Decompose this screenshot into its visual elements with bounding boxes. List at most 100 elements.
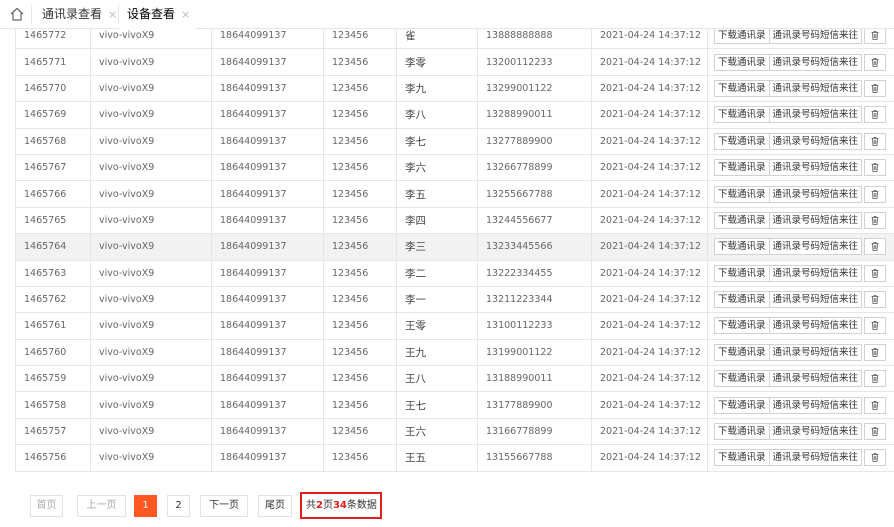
- home-icon[interactable]: [9, 6, 25, 22]
- sms-history-button[interactable]: 通讯录号码短信来往: [768, 79, 863, 97]
- cell-phone: 18644099137: [211, 206, 324, 235]
- download-contacts-button[interactable]: 下载通讯录: [714, 53, 770, 71]
- sms-history-button[interactable]: 通讯录号码短信来往: [768, 211, 863, 229]
- delete-button[interactable]: [864, 53, 887, 71]
- delete-button[interactable]: [864, 343, 887, 361]
- download-contacts-button[interactable]: 下载通讯录: [714, 343, 770, 361]
- cell-time: 2021-04-24 14:37:12: [591, 365, 708, 393]
- tab-contacts-view[interactable]: 通讯录查看 ×: [42, 0, 117, 29]
- delete-button[interactable]: [864, 27, 887, 45]
- cell-code: 123456: [323, 74, 397, 103]
- trash-icon: [871, 242, 879, 252]
- delete-button[interactable]: [864, 79, 887, 97]
- delete-button[interactable]: [864, 238, 887, 256]
- sms-history-button[interactable]: 通讯录号码短信来往: [768, 291, 863, 309]
- download-contacts-button[interactable]: 下载通讯录: [714, 264, 770, 282]
- download-contacts-button[interactable]: 下载通讯录: [714, 317, 770, 335]
- delete-button[interactable]: [864, 291, 887, 309]
- delete-button[interactable]: [864, 317, 887, 335]
- download-contacts-button[interactable]: 下载通讯录: [714, 27, 770, 45]
- download-contacts-button[interactable]: 下载通讯录: [714, 370, 770, 388]
- sms-history-button[interactable]: 通讯录号码短信来往: [768, 264, 863, 282]
- table-row: 1465764 vivo-vivoX9 18644099137 123456 李…: [15, 233, 894, 261]
- last-page-button[interactable]: 尾页: [258, 495, 292, 517]
- cell-id: 1465757: [15, 417, 91, 446]
- cell-code: 123456: [323, 365, 397, 393]
- download-contacts-button[interactable]: 下载通讯录: [714, 423, 770, 441]
- trash-icon: [871, 321, 879, 331]
- sms-history-button[interactable]: 通讯录号码短信来往: [768, 159, 863, 177]
- tab-device-view[interactable]: 设备查看 ×: [119, 0, 195, 29]
- tab-close-icon[interactable]: ×: [181, 8, 190, 21]
- cell-code: 123456: [323, 285, 397, 314]
- cell-contact-name: 王五: [396, 444, 478, 472]
- download-contacts-button[interactable]: 下载通讯录: [714, 159, 770, 177]
- download-contacts-button[interactable]: 下载通讯录: [714, 106, 770, 124]
- page-1-button[interactable]: 1: [134, 495, 157, 517]
- cell-id: 1465761: [15, 312, 91, 340]
- sms-history-button[interactable]: 通讯录号码短信来往: [768, 343, 863, 361]
- cell-contact-name: 李二: [396, 259, 478, 287]
- info-mid: 页: [322, 500, 333, 511]
- delete-button[interactable]: [864, 449, 887, 467]
- trash-icon: [871, 216, 879, 225]
- cell-time: 2021-04-24 14:37:12: [591, 285, 708, 314]
- download-contacts-button[interactable]: 下载通讯录: [714, 185, 770, 203]
- table-row: 1465766 vivo-vivoX9 18644099137 123456 李…: [15, 180, 894, 208]
- download-contacts-button[interactable]: 下载通讯录: [714, 238, 770, 256]
- delete-button[interactable]: [864, 396, 887, 414]
- sms-history-button[interactable]: 通讯录号码短信来往: [768, 317, 863, 335]
- device-table-container[interactable]: 1465772 vivo-vivoX9 18644099137 123456 雀…: [15, 22, 894, 472]
- cell-device: vivo-vivoX9: [90, 153, 212, 182]
- delete-button[interactable]: [864, 370, 887, 388]
- page-2-button[interactable]: 2: [167, 495, 190, 517]
- sms-history-button[interactable]: 通讯录号码短信来往: [768, 106, 863, 124]
- download-contacts-button[interactable]: 下载通讯录: [714, 396, 770, 414]
- sms-history-button[interactable]: 通讯录号码短信来往: [768, 27, 863, 45]
- cell-id: 1465768: [15, 127, 91, 155]
- table-row: 1465760 vivo-vivoX9 18644099137 123456 王…: [15, 338, 894, 367]
- cell-id: 1465763: [15, 259, 91, 287]
- cell-contact-name: 李八: [396, 101, 478, 129]
- next-page-button[interactable]: 下一页: [200, 495, 248, 517]
- delete-button[interactable]: [864, 423, 887, 441]
- cell-contact-phone: 13155667788: [477, 444, 592, 472]
- sms-history-button[interactable]: 通讯录号码短信来往: [768, 449, 863, 467]
- cell-phone: 18644099137: [211, 127, 324, 155]
- cell-id: 1465770: [15, 74, 91, 103]
- download-contacts-button[interactable]: 下载通讯录: [714, 132, 770, 150]
- delete-button[interactable]: [864, 264, 887, 282]
- delete-button[interactable]: [864, 132, 887, 150]
- download-contacts-button[interactable]: 下载通讯录: [714, 291, 770, 309]
- table-row: 1465761 vivo-vivoX9 18644099137 123456 王…: [15, 312, 894, 340]
- sms-history-button[interactable]: 通讯录号码短信来往: [768, 423, 863, 441]
- cell-code: 123456: [323, 180, 397, 208]
- sms-history-button[interactable]: 通讯录号码短信来往: [768, 185, 863, 203]
- first-page-button[interactable]: 首页: [30, 495, 63, 517]
- cell-code: 123456: [323, 259, 397, 287]
- prev-page-button[interactable]: 上一页: [77, 495, 126, 517]
- sms-history-button[interactable]: 通讯录号码短信来往: [768, 53, 863, 71]
- download-contacts-button[interactable]: 下载通讯录: [714, 79, 770, 97]
- cell-phone: 18644099137: [211, 74, 324, 103]
- delete-button[interactable]: [864, 159, 887, 177]
- cell-time: 2021-04-24 14:37:12: [591, 417, 708, 446]
- sms-history-button[interactable]: 通讯录号码短信来往: [768, 132, 863, 150]
- download-contacts-button[interactable]: 下载通讯录: [714, 211, 770, 229]
- download-contacts-button[interactable]: 下载通讯录: [714, 449, 770, 467]
- cell-code: 123456: [323, 417, 397, 446]
- cell-time: 2021-04-24 14:37:12: [591, 101, 708, 129]
- cell-actions: 下载通讯录 通讯录号码短信来往: [707, 101, 894, 129]
- delete-button[interactable]: [864, 106, 887, 124]
- delete-button[interactable]: [864, 211, 887, 229]
- delete-button[interactable]: [864, 185, 887, 203]
- trash-icon: [871, 295, 879, 304]
- cell-contact-phone: 13288990011: [477, 101, 592, 129]
- cell-contact-name: 李六: [396, 153, 478, 182]
- sms-history-button[interactable]: 通讯录号码短信来往: [768, 396, 863, 414]
- table-row: 1465763 vivo-vivoX9 18644099137 123456 李…: [15, 259, 894, 287]
- sms-history-button[interactable]: 通讯录号码短信来往: [768, 370, 863, 388]
- table-row: 1465757 vivo-vivoX9 18644099137 123456 王…: [15, 417, 894, 446]
- sms-history-button[interactable]: 通讯录号码短信来往: [768, 238, 863, 256]
- tab-close-icon[interactable]: ×: [108, 8, 117, 21]
